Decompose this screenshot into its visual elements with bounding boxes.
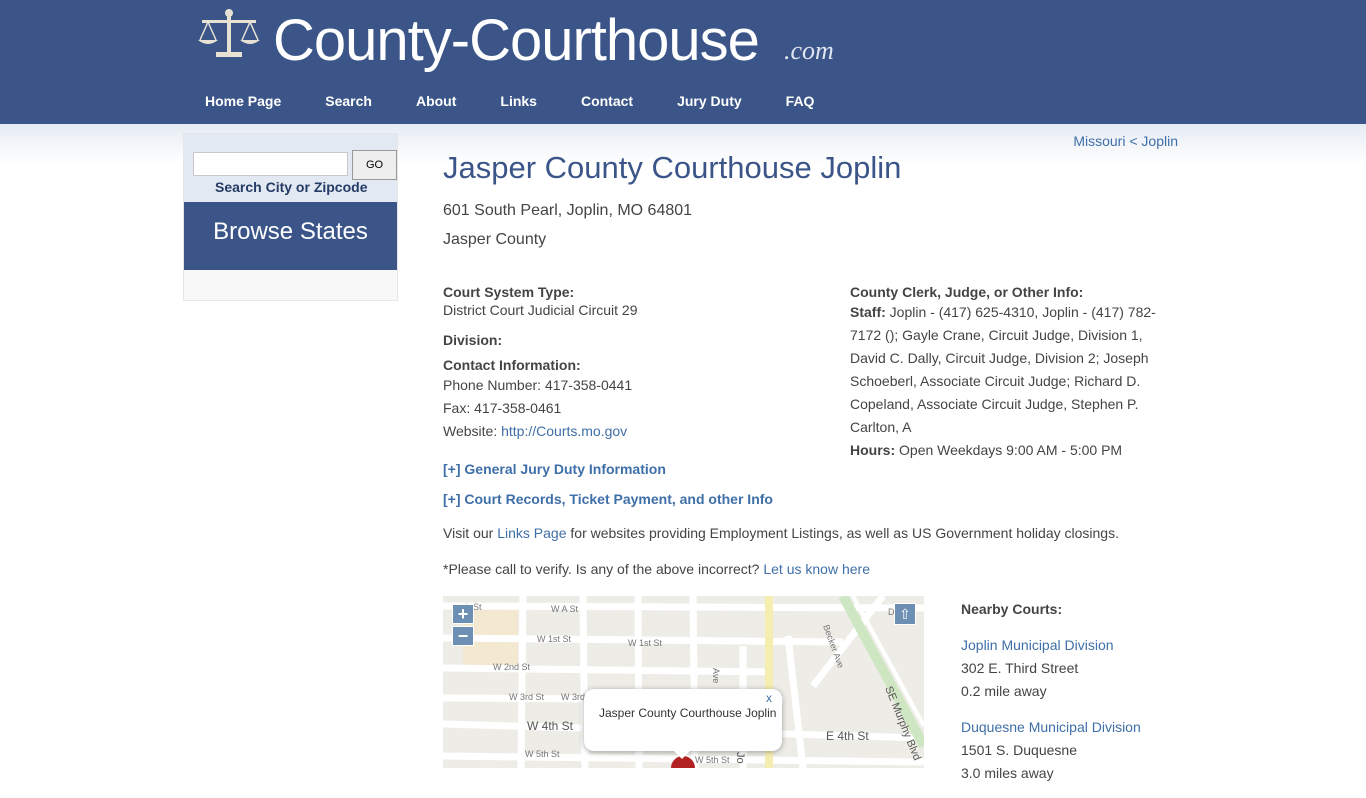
nearby-court-link[interactable]: Joplin Municipal Division — [961, 637, 1114, 653]
street-label: W 1st St — [628, 638, 663, 648]
breadcrumb: Missouri < Joplin — [1073, 133, 1178, 149]
breadcrumb-separator: < — [1125, 133, 1142, 149]
breadcrumb-city[interactable]: Joplin — [1141, 133, 1178, 149]
map-popup: Jasper County Courthouse Joplin x — [584, 689, 782, 759]
nav-jury-duty[interactable]: Jury Duty — [655, 86, 764, 116]
nav-about[interactable]: About — [394, 86, 478, 116]
website-row: Website: http://Courts.mo.gov — [443, 420, 823, 443]
nearby-court-item: Joplin Municipal Division 302 E. Third S… — [961, 634, 1181, 703]
nearby-courts-title: Nearby Courts: — [961, 601, 1063, 617]
hours-info: Hours: Open Weekdays 9:00 AM - 5:00 PM — [850, 439, 1180, 462]
sidebar: GO Search City or Zipcode Browse States — [183, 133, 398, 301]
site-tld[interactable]: .com — [784, 36, 834, 66]
courthouse-map[interactable]: th St W A St W 1st St W 1st St W 2nd St … — [443, 596, 924, 768]
site-header: County-Courthouse .com Home Page Search … — [0, 0, 1366, 124]
phone-number: Phone Number: 417-358-0441 — [443, 377, 633, 393]
division-label: Division: — [443, 332, 503, 348]
verify-text: *Please call to verify. Is any of the ab… — [443, 561, 870, 577]
street-label: W 5th St — [525, 749, 560, 759]
nearby-court-distance: 3.0 miles away — [961, 765, 1054, 781]
browse-states-button[interactable]: Browse States — [184, 202, 397, 270]
jury-duty-info-link[interactable]: [+] General Jury Duty Information — [443, 461, 666, 477]
street-label: E 4th St — [826, 729, 869, 743]
search-input[interactable] — [193, 152, 348, 176]
website-label: Website: — [443, 423, 502, 439]
visit-links-text: Visit our Links Page for websites provid… — [443, 525, 1119, 541]
nav-links[interactable]: Links — [478, 86, 559, 116]
go-button[interactable]: GO — [352, 150, 397, 180]
search-box: GO Search City or Zipcode — [184, 134, 397, 202]
page-title: Jasper County Courthouse Joplin — [443, 150, 902, 185]
street-label: W 2nd St — [493, 662, 531, 672]
nav-faq[interactable]: FAQ — [764, 86, 837, 116]
nav-contact[interactable]: Contact — [559, 86, 655, 116]
street-label: Jo — [734, 752, 746, 764]
street-label: W 4th St — [527, 719, 574, 733]
hours-value: Open Weekdays 9:00 AM - 5:00 PM — [895, 442, 1123, 458]
street-label: W 1st St — [537, 634, 572, 644]
links-page-link[interactable]: Links Page — [497, 525, 566, 541]
fax-number: Fax: 417-358-0461 — [443, 400, 562, 416]
popup-close-button[interactable]: x — [766, 691, 772, 705]
street-label: W 5th St — [695, 755, 730, 765]
nav-search[interactable]: Search — [303, 86, 394, 116]
street-label: Ave — [711, 668, 721, 683]
map-popup-text: Jasper County Courthouse Joplin — [599, 706, 777, 720]
visit-prefix: Visit our — [443, 525, 498, 541]
court-records-link[interactable]: [+] Court Records, Ticket Payment, and o… — [443, 491, 773, 507]
scales-of-justice-icon[interactable] — [196, 8, 262, 60]
report-incorrect-link[interactable]: Let us know here — [763, 561, 870, 577]
street-label: W 3rd — [561, 692, 585, 702]
main-nav: Home Page Search About Links Contact Jur… — [183, 86, 836, 116]
other-info-label: County Clerk, Judge, or Other Info: — [850, 284, 1084, 300]
nearby-court-address: 1501 S. Duquesne — [961, 742, 1077, 758]
contact-label: Contact Information: — [443, 357, 581, 373]
hours-label: Hours: — [850, 442, 896, 458]
nearby-court-item: Duquesne Municipal Division 1501 S. Duqu… — [961, 716, 1181, 785]
popup-tail — [672, 749, 692, 759]
zoom-in-button[interactable]: + — [452, 604, 474, 624]
search-label: Search City or Zipcode — [215, 179, 368, 195]
verify-prefix: *Please call to verify. Is any of the ab… — [443, 561, 764, 577]
nearby-court-address: 302 E. Third Street — [961, 660, 1079, 676]
staff-value: Joplin - (417) 625-4310, Joplin - (417) … — [850, 304, 1156, 435]
nearby-courts: Nearby Courts: Joplin Municipal Division… — [961, 598, 1181, 798]
court-details: Court System Type: District Court Judici… — [443, 284, 823, 443]
street-label: W 3rd St — [509, 692, 545, 702]
other-info: County Clerk, Judge, or Other Info: Staf… — [850, 284, 1180, 462]
staff-label: Staff: — [850, 304, 886, 320]
breadcrumb-state[interactable]: Missouri — [1073, 133, 1125, 149]
courthouse-address: 601 South Pearl, Joplin, MO 64801 — [443, 202, 693, 219]
visit-suffix: for websites providing Employment Listin… — [566, 525, 1119, 541]
nearby-court-link[interactable]: Duquesne Municipal Division — [961, 719, 1141, 735]
street-label: W A St — [551, 604, 579, 614]
staff-info: Staff: Joplin - (417) 625-4310, Joplin -… — [850, 301, 1180, 439]
fullscreen-icon[interactable]: ⇧ — [894, 603, 916, 625]
court-system-value: District Court Judicial Circuit 29 — [443, 302, 638, 318]
site-name[interactable]: County-Courthouse — [273, 8, 760, 74]
website-link[interactable]: http://Courts.mo.gov — [501, 423, 627, 439]
courthouse-county: Jasper County — [443, 231, 547, 248]
court-system-label: Court System Type: — [443, 284, 575, 300]
zoom-out-button[interactable]: − — [452, 626, 474, 646]
nearby-court-distance: 0.2 mile away — [961, 683, 1047, 699]
nav-home-page[interactable]: Home Page — [183, 86, 303, 116]
